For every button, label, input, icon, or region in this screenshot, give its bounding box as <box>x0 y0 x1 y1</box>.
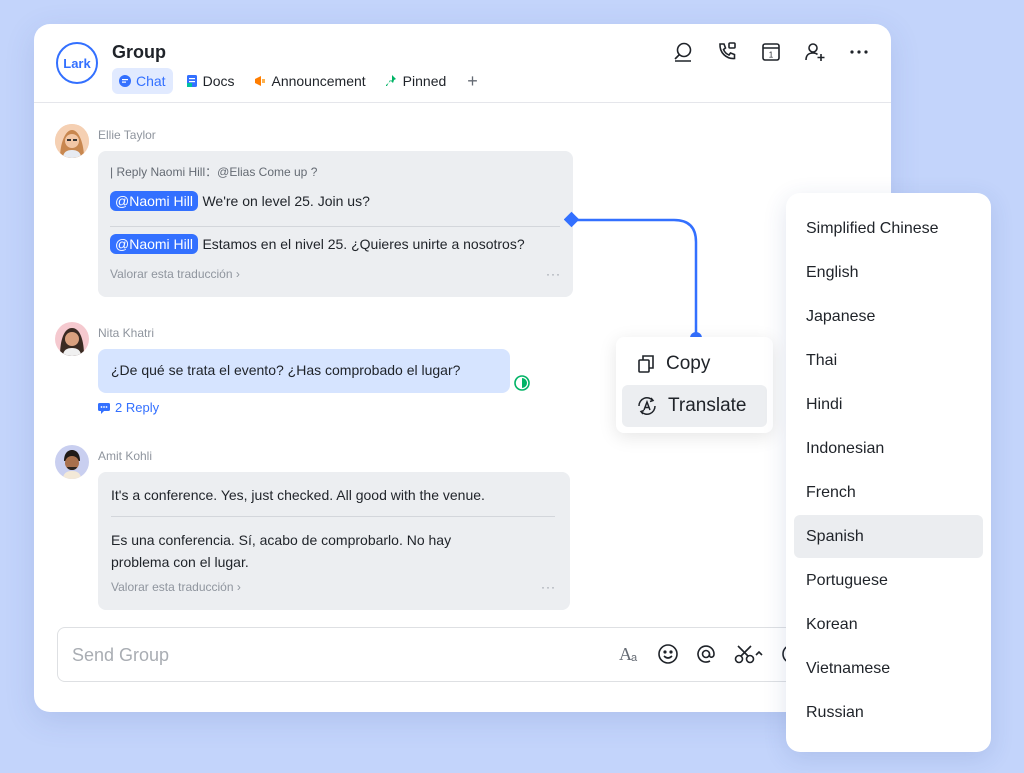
tab-announcement[interactable]: Announcement <box>247 68 372 94</box>
language-option[interactable]: Vietnamese <box>794 647 983 690</box>
language-option[interactable]: Hindi <box>794 383 983 426</box>
mention-tag[interactable]: @Naomi Hill <box>110 234 198 254</box>
tab-pinned[interactable]: Pinned <box>379 68 454 94</box>
copy-menu-item[interactable]: Copy <box>622 343 767 385</box>
composer-toolbar: Aa <box>618 642 804 666</box>
message-bubble[interactable]: ¿De qué se trata el evento? ¿Has comprob… <box>98 349 510 393</box>
mention-tag[interactable]: @Naomi Hill <box>110 191 198 211</box>
language-option[interactable]: Japanese <box>794 295 983 338</box>
language-option[interactable]: Russian <box>794 691 983 734</box>
connector-line <box>564 211 702 344</box>
chevron-right-icon: › <box>236 580 241 594</box>
scissors-icon[interactable] <box>732 642 766 666</box>
reply-reference[interactable]: | Reply Naomi Hill：@Elias Come up ? <box>110 163 317 180</box>
language-option[interactable]: French <box>794 471 983 514</box>
call-icon[interactable] <box>715 40 739 64</box>
language-option[interactable]: Indonesian <box>794 427 983 470</box>
chat-header: Lark Group Chat Docs Announcement Pinned… <box>34 24 891 103</box>
group-title: Group <box>112 42 166 62</box>
avatar[interactable] <box>55 124 89 158</box>
sender-name: Nita Khatri <box>98 326 155 340</box>
language-option[interactable]: Thai <box>794 339 983 382</box>
message-bubble[interactable]: | Reply Naomi Hill：@Elias Come up ? @Nao… <box>98 151 573 297</box>
avatar[interactable] <box>55 445 89 479</box>
translation-text: Estamos en el nivel 25. ¿Quieres unirte … <box>202 236 525 252</box>
translate-menu-item[interactable]: Translate <box>622 385 767 427</box>
tab-label: Chat <box>136 73 166 89</box>
language-option[interactable]: Portuguese <box>794 559 983 602</box>
tab-label: Announcement <box>271 73 366 89</box>
chat-icon <box>119 75 131 87</box>
message-context-menu: Copy Translate <box>616 337 773 433</box>
chevron-right-icon: › <box>235 267 240 281</box>
language-option[interactable]: Korean <box>794 603 983 646</box>
pin-icon <box>385 75 396 86</box>
text-format-icon[interactable]: Aa <box>618 642 642 666</box>
menu-item-label: Translate <box>668 395 747 416</box>
more-options-icon[interactable]: ··· <box>541 580 556 594</box>
message-text: We're on level 25. Join us? <box>202 193 370 209</box>
tab-label: Pinned <box>402 73 447 89</box>
rate-translation-link[interactable]: Valorar esta traducción › <box>110 267 240 281</box>
sender-name: Amit Kohli <box>98 449 153 463</box>
sender-name: Ellie Taylor <box>98 128 156 142</box>
translate-icon <box>638 397 656 415</box>
reply-count: 2 Reply <box>115 400 160 415</box>
reply-icon <box>98 402 110 414</box>
avatar[interactable] <box>55 322 89 356</box>
copy-icon <box>638 355 654 373</box>
rate-translation-link[interactable]: Valorar esta traducción › <box>111 580 241 594</box>
message-text: ¿De qué se trata el evento? ¿Has comprob… <box>111 362 461 378</box>
calendar-icon[interactable]: 1 <box>759 40 783 64</box>
mention-icon[interactable] <box>694 642 718 666</box>
tab-bar: Chat Docs Announcement Pinned + <box>112 68 486 94</box>
svg-text:1: 1 <box>769 51 774 60</box>
message-input[interactable] <box>72 642 552 668</box>
lark-logo: Lark <box>56 42 98 84</box>
logo-text: Lark <box>63 55 91 71</box>
read-status-icon <box>514 375 530 391</box>
header-actions: 1 <box>671 40 871 64</box>
add-tab-button[interactable]: + <box>459 68 486 94</box>
svg-text:a: a <box>631 652 638 664</box>
translation-text: Es una conferencia. Sí, acabo de comprob… <box>111 532 452 570</box>
message-bubble[interactable]: It's a conference. Yes, just checked. Al… <box>98 472 570 610</box>
megaphone-icon <box>255 76 266 86</box>
rate-label: Valorar esta traducción <box>111 580 234 594</box>
thread-replies-link[interactable]: 2 Reply <box>98 400 159 415</box>
tab-chat[interactable]: Chat <box>112 68 173 94</box>
add-member-icon[interactable] <box>803 40 827 64</box>
language-option[interactable]: English <box>794 251 983 294</box>
translation-divider <box>111 516 555 517</box>
search-icon[interactable] <box>671 40 695 64</box>
original-text-row: @Naomi Hill We're on level 25. Join us? <box>110 191 370 211</box>
emoji-icon[interactable] <box>656 642 680 666</box>
message-text: It's a conference. Yes, just checked. Al… <box>111 487 485 503</box>
rate-label: Valorar esta traducción <box>110 267 233 281</box>
menu-item-label: Copy <box>666 353 711 374</box>
language-option[interactable]: Simplified Chinese <box>794 207 983 250</box>
translation-divider <box>110 226 560 227</box>
message-composer: Aa <box>57 627 817 682</box>
more-options-icon[interactable]: ··· <box>546 267 561 281</box>
more-icon[interactable] <box>847 40 871 64</box>
tab-docs[interactable]: Docs <box>179 68 242 94</box>
translation-row: @Naomi Hill Estamos en el nivel 25. ¿Qui… <box>110 234 525 254</box>
language-option-selected[interactable]: Spanish <box>794 515 983 558</box>
language-selector: Simplified Chinese English Japanese Thai… <box>786 193 991 752</box>
tab-label: Docs <box>202 73 235 89</box>
docs-icon <box>186 75 197 87</box>
